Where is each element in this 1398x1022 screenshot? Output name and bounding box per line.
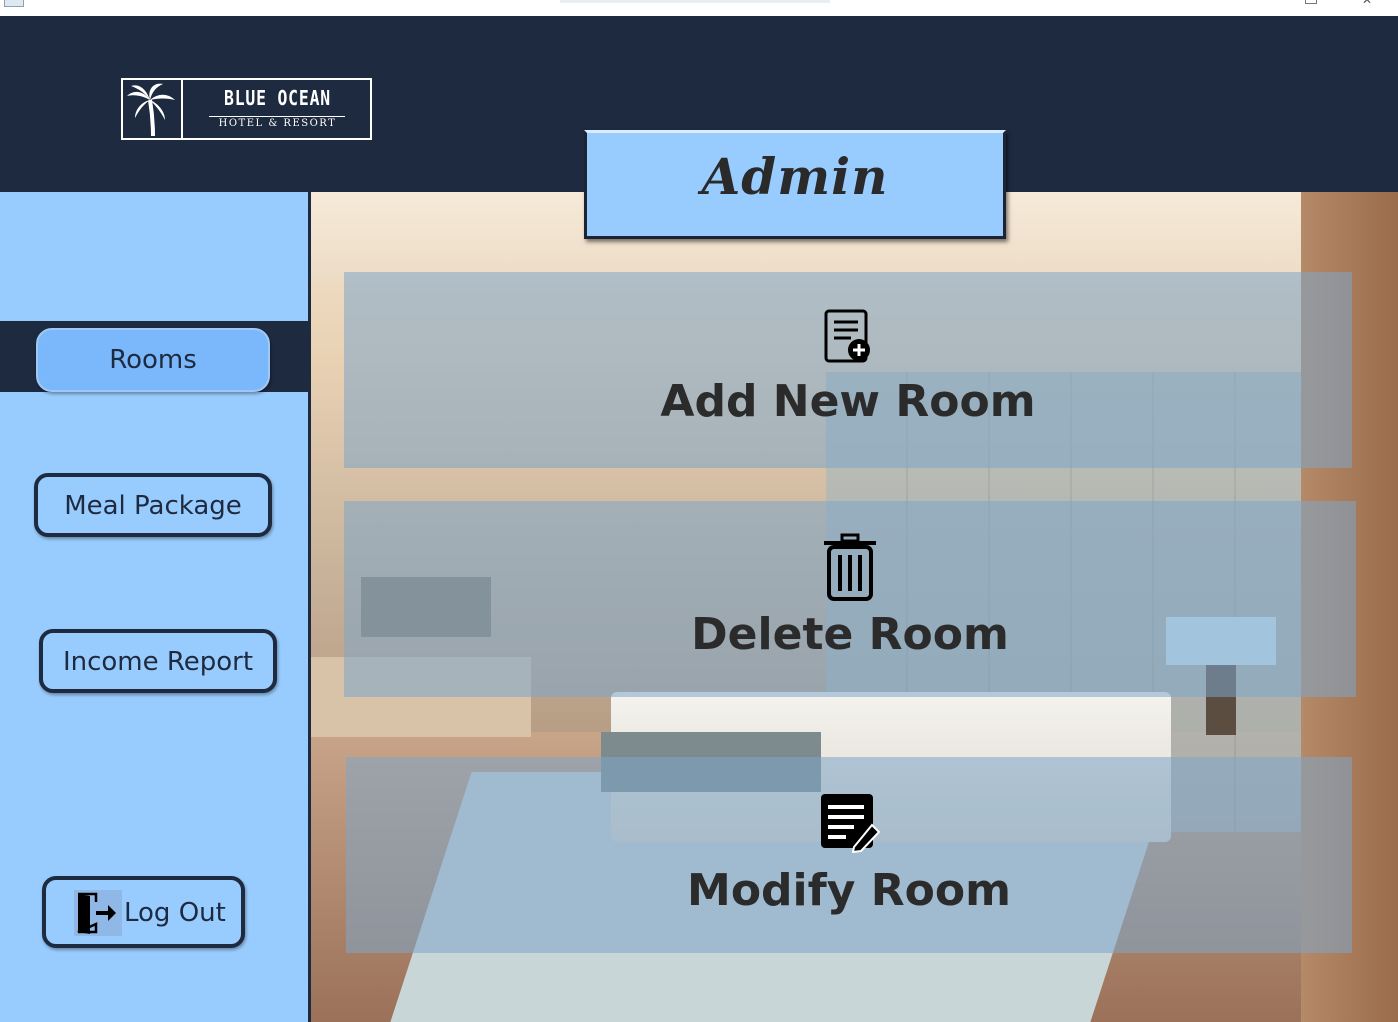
close-icon[interactable]: ✕	[1362, 0, 1372, 6]
palm-tree-icon	[123, 80, 183, 138]
add-document-icon	[823, 308, 873, 370]
page-title: Admin	[701, 147, 889, 206]
edit-list-icon	[818, 791, 881, 857]
trash-icon	[821, 533, 879, 607]
admin-title-box: Admin	[584, 130, 1006, 239]
add-new-room-label: Add New Room	[660, 376, 1036, 427]
delete-room-label: Delete Room	[691, 609, 1009, 660]
maximize-icon[interactable]	[1305, 0, 1317, 4]
sidebar-item-meal-package[interactable]: Meal Package	[34, 473, 272, 537]
modify-room-card[interactable]: Modify Room	[346, 757, 1352, 953]
app-icon	[4, 0, 24, 7]
logout-label: Log Out	[124, 898, 226, 928]
window-title-area	[560, 0, 830, 3]
logo-title: BLUE OCEAN	[224, 86, 331, 110]
hotel-logo: BLUE OCEAN HOTEL & RESORT	[121, 78, 372, 140]
logout-icon	[74, 890, 122, 936]
logout-button[interactable]: Log Out	[42, 876, 245, 948]
logo-divider	[209, 116, 345, 117]
modify-room-label: Modify Room	[687, 865, 1011, 916]
logo-subtitle: HOTEL & RESORT	[218, 118, 337, 129]
delete-room-card[interactable]: Delete Room	[344, 501, 1356, 697]
sidebar-item-rooms[interactable]: Rooms	[36, 328, 270, 392]
window-titlebar: ✕	[0, 0, 1398, 16]
sidebar-item-income-report[interactable]: Income Report	[39, 629, 277, 693]
add-new-room-card[interactable]: Add New Room	[344, 272, 1352, 468]
